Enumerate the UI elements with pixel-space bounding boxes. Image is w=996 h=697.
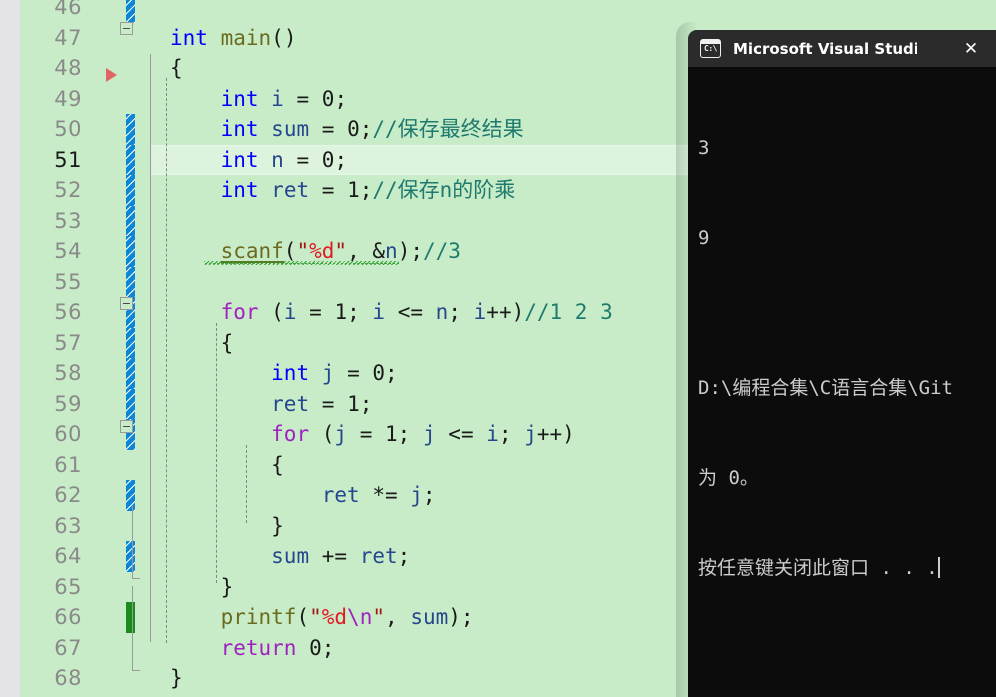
console-titlebar[interactable]: C:\ Microsoft Visual Studio 调试控 ✕ [688, 30, 996, 67]
line-number: 48 [54, 56, 82, 80]
change-bar-unsaved [126, 236, 135, 267]
line-number: 61 [54, 452, 82, 477]
code-text: int ret = 1;//保存n的阶乘 [220, 178, 516, 202]
code-text: for (i = 1; i <= n; i++)//1 2 3 [220, 300, 613, 324]
fold-toggle-line-60[interactable] [120, 420, 133, 433]
editor-left-margin [0, 0, 20, 697]
code-text: int i = 0; [220, 86, 348, 111]
scope-line-inner [132, 506, 133, 578]
indent-guide-level-2 [216, 323, 217, 583]
console-line: 为 0。 [698, 467, 759, 489]
console-line-with-caret: 按任意键关闭此窗口 . . . [698, 553, 996, 583]
code-text: ret *= j; [321, 483, 436, 507]
code-text: { [220, 330, 234, 355]
code-text: int j = 0; [271, 361, 398, 385]
line-number: 64 [54, 544, 82, 568]
indent-guide-level-3 [246, 445, 247, 523]
close-icon[interactable]: ✕ [954, 36, 988, 61]
line-number: 54 [54, 239, 82, 263]
line-number: 46 [54, 0, 82, 19]
text-caret [937, 557, 940, 578]
line-number: 65 [54, 574, 82, 599]
line-number: 66 [54, 605, 82, 629]
code-text: { [271, 452, 284, 477]
line-number: 63 [54, 513, 82, 538]
code-text: int sum = 0;//保存最终结果 [220, 117, 524, 141]
change-bar-unsaved [126, 480, 135, 511]
code-text: int main() [170, 25, 297, 50]
change-bar-unsaved [126, 541, 135, 572]
cmd-icon: C:\ [700, 39, 721, 58]
change-bar-unsaved [126, 144, 135, 175]
change-bar-unsaved [126, 175, 135, 206]
scope-foot-inner [132, 578, 140, 579]
line-number: 59 [54, 391, 82, 416]
line-number: 68 [54, 666, 82, 690]
code-text: printf("%d\n", sum); [220, 605, 474, 629]
console-line: 3 [698, 137, 710, 159]
line-number: 55 [54, 269, 82, 294]
console-line: D:\编程合集\C语言合集\Git [698, 377, 953, 399]
fold-toggle-line-56[interactable] [120, 297, 133, 310]
line-number: 60 [54, 422, 82, 446]
code-text: return 0; [220, 635, 335, 660]
change-bar-unsaved [126, 205, 135, 236]
app-root: 46 47 int main() 48 {49 int i = 0; 50 int sum… [0, 0, 996, 697]
console-line: 9 [698, 227, 710, 249]
change-bar-unsaved [126, 327, 135, 358]
change-bar-saved [126, 602, 135, 633]
line-number: 51 [54, 147, 82, 172]
line-number: 49 [54, 86, 82, 111]
line-number: 52 [54, 178, 82, 202]
fold-toggle-line-47[interactable] [120, 22, 133, 35]
line-number: 56 [54, 300, 82, 324]
error-squiggle [204, 261, 399, 265]
line-number: 47 [54, 25, 82, 50]
current-statement-arrow [106, 68, 117, 82]
indent-guide-level-1 [166, 78, 167, 643]
change-bar-unsaved [126, 0, 135, 23]
change-bar-unsaved [126, 114, 135, 145]
code-text: } [220, 574, 234, 599]
line-number: 50 [54, 117, 82, 141]
line-number: 57 [54, 330, 82, 355]
line-number: 67 [54, 635, 82, 660]
fold-line-main [150, 54, 151, 642]
code-line[interactable]: 46 [20, 0, 996, 23]
code-text: } [271, 513, 284, 538]
scope-line-outer [132, 586, 133, 670]
code-text: for (j = 1; j <= i; j++) [271, 422, 575, 446]
change-bar-unsaved [126, 266, 135, 297]
code-text: ret = 1; [271, 391, 373, 416]
line-number: 62 [54, 483, 82, 507]
code-text: int n = 0; [220, 147, 348, 172]
debug-console-window[interactable]: C:\ Microsoft Visual Studio 调试控 ✕ 3 9 D:… [688, 30, 996, 697]
console-line-text: 按任意键关闭此窗口 . . . [698, 557, 938, 579]
change-bar-unsaved [126, 388, 135, 419]
code-text: { [170, 56, 183, 80]
console-output[interactable]: 3 9 D:\编程合集\C语言合集\Git 为 0。 按任意键关闭此窗口 . .… [688, 67, 996, 697]
change-bar-unsaved [126, 358, 135, 389]
scope-foot-outer [132, 670, 140, 671]
line-number: 58 [54, 361, 82, 385]
code-text: } [170, 666, 183, 690]
line-number: 53 [54, 208, 82, 233]
console-title: Microsoft Visual Studio 调试控 [733, 40, 917, 58]
code-text: sum += ret; [271, 544, 411, 568]
